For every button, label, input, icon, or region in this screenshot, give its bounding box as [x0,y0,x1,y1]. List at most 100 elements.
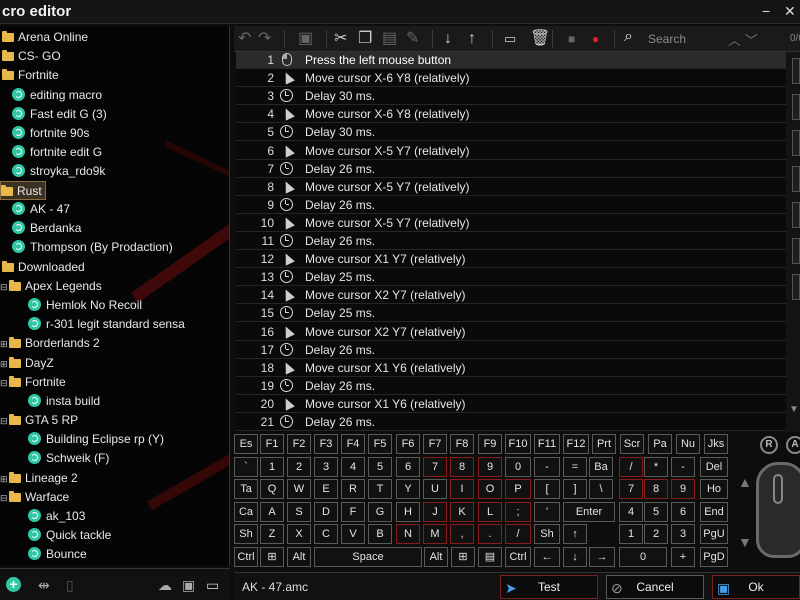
key[interactable]: - [671,456,695,477]
step-row[interactable]: 4 Move cursor X-6 Y8 (relatively) [236,106,786,124]
mouse-wheel-icon[interactable] [773,474,783,504]
tree-macro[interactable]: r-301 legit standard sensa [28,315,185,334]
tree-macro[interactable]: stroyka_rdo9k [12,162,105,181]
key[interactable]: 9 [478,456,502,477]
key[interactable]: 7 [619,479,643,499]
tree-folder[interactable]: ⊞ Borderlands 2 [0,334,100,353]
paste-icon[interactable]: ▤ [382,29,397,49]
key[interactable]: X [287,524,311,544]
step-row[interactable]: 18 Move cursor X1 Y6 (relatively) [236,360,786,377]
key[interactable]: F8 [450,434,474,454]
key[interactable]: . [478,524,502,544]
stop-icon[interactable]: ■ [568,29,575,49]
key[interactable]: M [423,524,447,544]
key[interactable]: End [700,501,728,522]
step-row[interactable]: 6 Move cursor X-5 Y7 (relatively) [236,142,786,160]
key[interactable]: Space [314,546,422,567]
key[interactable]: PgU [700,524,728,544]
step-row[interactable]: 21 Delay 26 ms. [236,414,786,431]
key[interactable]: Ctrl [234,546,258,567]
key[interactable]: F5 [368,434,392,454]
tree-macro[interactable]: Thompson (By Prodaction) [12,238,173,257]
key[interactable]: ] [563,479,587,499]
record-icon[interactable]: ● [592,29,599,49]
key[interactable]: R [341,479,365,499]
key[interactable]: 2 [287,456,311,477]
tree-macro[interactable]: Fast edit G (3) [12,105,107,124]
delete-icon[interactable]: ▯ [66,577,74,594]
key[interactable]: 0 [619,546,667,567]
key[interactable]: Y [396,479,420,499]
move-down-icon[interactable]: ↓ [444,29,452,49]
key[interactable]: Q [260,479,284,499]
step-row[interactable]: 11 Delay 26 ms. [236,233,786,250]
minimize-button[interactable]: − [762,3,770,19]
add-macro-button[interactable]: + [6,577,21,592]
key[interactable]: U [423,479,447,499]
tree-macro[interactable]: Building Eclipse rp (Y) [28,430,164,449]
open-folder-icon[interactable]: ▭ [206,577,219,594]
save-icon[interactable]: ▣ [182,577,195,594]
steps-list[interactable]: 1 Press the left mouse button 2 Move cursor… [236,52,786,432]
key[interactable]: B [368,524,392,544]
tree-folder[interactable]: Fortnite [2,66,59,85]
key[interactable]: 4 [341,456,365,477]
expand-toggle-icon[interactable]: ⊟ [0,379,8,388]
key[interactable]: J [423,501,447,522]
key[interactable]: I [450,479,474,499]
key[interactable]: F6 [396,434,420,454]
tree-macro[interactable]: Berdanka [12,219,81,238]
key[interactable]: G [368,501,392,522]
search-box[interactable]: ⌕ Search ︿ ﹀ [624,28,774,49]
key[interactable]: 4 [619,501,643,522]
key[interactable]: E [314,479,338,499]
key[interactable]: 6 [396,456,420,477]
side-panel-button[interactable] [792,202,800,228]
key[interactable]: ; [505,501,531,522]
key[interactable]: 8 [644,479,668,499]
key[interactable]: D [314,501,338,522]
step-row[interactable]: 5 Delay 30 ms. [236,124,786,142]
key[interactable]: / [619,456,643,477]
key[interactable]: Ctrl [505,546,531,567]
key[interactable]: / [505,524,531,544]
search-input[interactable]: Search [648,32,686,46]
key[interactable]: K [450,501,474,522]
tree-folder[interactable]: Downloaded [2,258,85,277]
key[interactable]: Prt [592,434,616,454]
key[interactable]: F1 [260,434,284,454]
tree-folder[interactable]: CS- GO [2,47,61,66]
key[interactable]: F12 [563,434,589,454]
key[interactable]: F7 [423,434,447,454]
tree-macro[interactable]: Schweik (F) [28,449,109,468]
key[interactable]: [ [534,479,560,499]
step-row[interactable]: 14 Move cursor X2 Y7 (relatively) [236,287,786,305]
ok-button[interactable]: ▣ Ok [712,575,800,599]
tree-folder[interactable]: ⊞ DayZ [0,354,54,373]
key[interactable]: ↑ [563,524,587,544]
key[interactable]: Jks [704,434,728,454]
step-row[interactable]: 3 Delay 30 ms. [236,88,786,106]
key[interactable]: → [589,546,615,567]
key[interactable]: Sh [234,524,258,544]
tree-macro[interactable]: fortnite edit G [12,143,102,162]
tree-folder[interactable]: Rust [0,181,46,200]
step-row[interactable]: 9 Delay 26 ms. [236,197,786,214]
key[interactable]: V [341,524,365,544]
step-row[interactable]: 15 Delay 25 ms. [236,305,786,323]
key[interactable]: ` [234,456,258,477]
key[interactable]: = [563,456,587,477]
step-row[interactable]: 7 Delay 26 ms. [236,161,786,178]
step-row[interactable]: 1 Press the left mouse button [236,52,786,69]
key[interactable]: ← [534,546,560,567]
key[interactable]: 5 [368,456,392,477]
expand-toggle-icon[interactable]: ⊟ [0,283,8,292]
key[interactable]: 3 [671,524,695,544]
save-icon[interactable]: ▣ [298,29,313,49]
step-row[interactable]: 16 Move cursor X2 Y7 (relatively) [236,323,786,341]
key[interactable]: Ho [700,479,728,499]
key[interactable]: Nu [676,434,700,454]
tree-macro[interactable]: Hemlok No Recoil [28,296,142,315]
key[interactable]: F [341,501,365,522]
key[interactable]: F2 [287,434,311,454]
